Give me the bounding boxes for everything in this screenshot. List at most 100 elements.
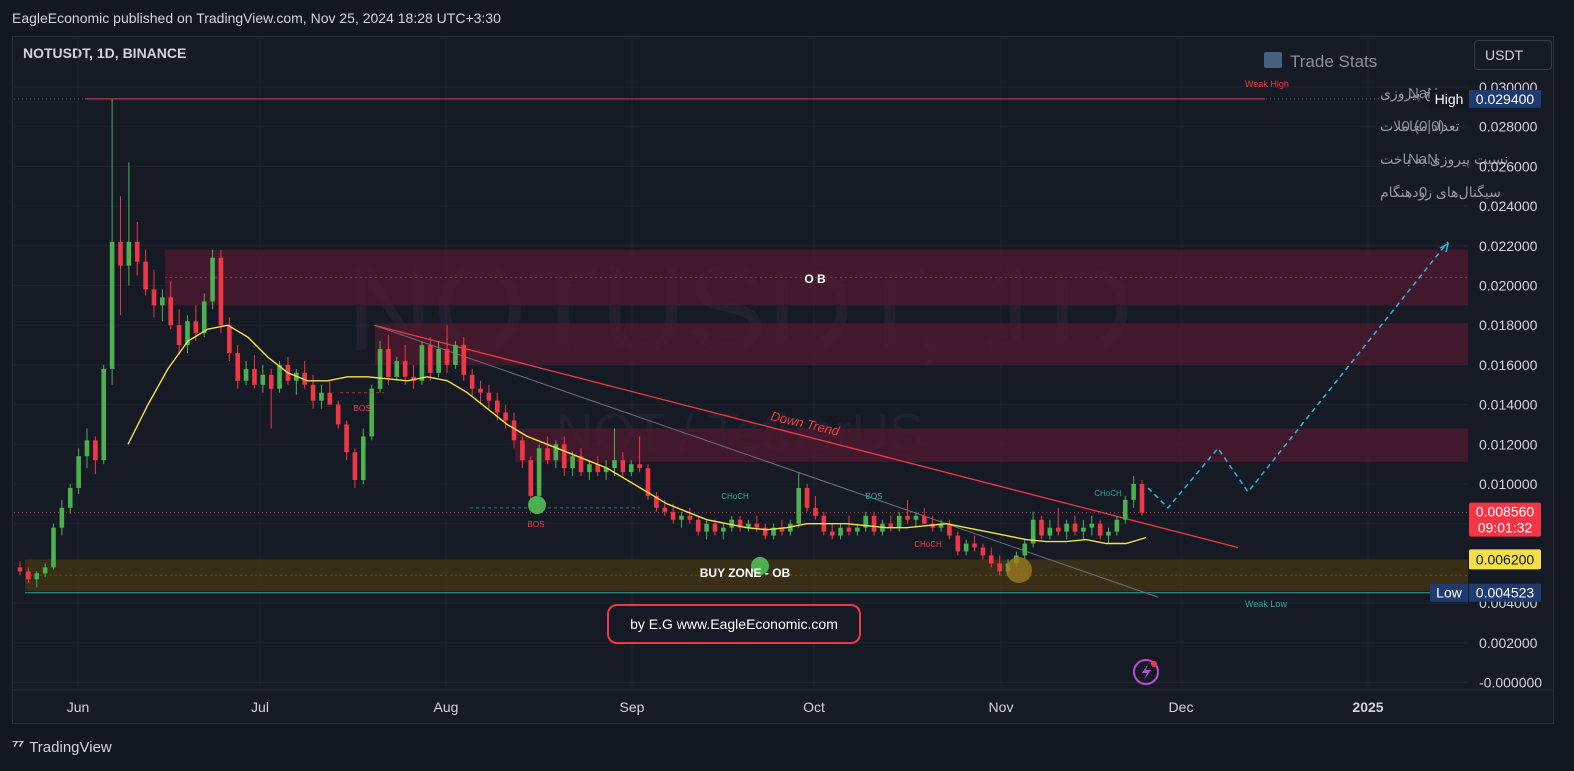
signal-circle-buy [528, 496, 546, 514]
candle-body [1022, 543, 1028, 556]
weak-low-label: Weak Low [1245, 599, 1287, 609]
candle-body [628, 464, 634, 473]
last-price-label: 0.008560 [1476, 504, 1535, 520]
candle-body [1114, 519, 1120, 532]
ob-label: O B [804, 272, 826, 286]
candle-body [327, 392, 333, 405]
low-price-label: 0.004523 [1476, 585, 1535, 601]
candle-body [67, 487, 73, 508]
y-tick-label: 0.016000 [1479, 357, 1538, 373]
trade-stats-icon [1264, 52, 1282, 68]
candle-body [570, 456, 575, 469]
candle-body [360, 436, 366, 481]
candle-body [243, 368, 249, 381]
candle-body [679, 515, 684, 520]
y-tick-label: 0.010000 [1479, 476, 1538, 492]
high-price-label: 0.029400 [1476, 91, 1535, 107]
candle-body [494, 400, 500, 413]
candle-body [637, 464, 642, 469]
candle-body [955, 535, 961, 552]
candle-body [721, 527, 726, 532]
candle-body [545, 448, 550, 461]
candle-body [1131, 484, 1136, 500]
y-tick-label: -0.000000 [1479, 675, 1542, 691]
candle-body [461, 345, 467, 375]
y-tick-label: 0.002000 [1479, 635, 1538, 651]
candle-body [151, 289, 157, 306]
candle-body [813, 507, 818, 516]
candle-body [1097, 523, 1103, 536]
signal-circle-zone [1006, 557, 1032, 583]
candle-body [804, 487, 810, 508]
candle-body [210, 257, 215, 302]
structure-label: CHoCH [721, 492, 749, 501]
x-tick-label: Oct [803, 699, 825, 715]
candle-body [444, 349, 450, 365]
y-tick-label: 0.026000 [1479, 158, 1538, 174]
structure-label: CHoCH [1094, 489, 1122, 498]
candle-body [469, 374, 475, 389]
buy-zone-label: BUY ZONE - OB [700, 566, 791, 580]
candle-body [687, 515, 693, 520]
x-tick-label: Sep [620, 699, 645, 715]
candle-body [478, 388, 483, 393]
structure-label: BOS [354, 404, 371, 413]
candle-body [260, 374, 266, 385]
candle-body [193, 321, 199, 334]
trade-stats-value: 0 (0|0) [1401, 118, 1444, 135]
candle-body [394, 360, 400, 377]
price-chart[interactable]: NOTUSDT, 1DNOT / TetherUSWeak HighWeak L… [0, 0, 1574, 771]
candle-body [419, 345, 425, 381]
candle-body [1047, 527, 1053, 536]
y-tick-label: 0.018000 [1479, 317, 1538, 333]
structure-label: BOS [866, 492, 883, 501]
candle-body [947, 523, 952, 536]
y-tick-label: 0.020000 [1479, 278, 1538, 294]
candle-body [587, 464, 592, 473]
lightning-bolt-icon [1142, 664, 1151, 680]
y-tick-label: 0.028000 [1479, 119, 1538, 135]
candle-body [972, 543, 977, 548]
candle-body [704, 523, 709, 532]
candle-body [160, 297, 165, 306]
candle-body [143, 261, 148, 290]
structure-label: CHoCH [914, 540, 942, 549]
candle-body [1089, 523, 1095, 528]
candle-body [176, 325, 182, 346]
candle-body [1081, 527, 1086, 532]
candle-body [201, 301, 207, 334]
candle-body [1055, 527, 1061, 532]
candle-body [754, 523, 760, 528]
candle-body [319, 392, 324, 401]
candle-body [921, 515, 927, 524]
trade-stats-value: NaN [1408, 151, 1438, 168]
trade-stats-value: 0 [1419, 184, 1427, 201]
candle-body [1139, 484, 1145, 513]
candle-body [268, 374, 274, 389]
candle-body [829, 531, 835, 536]
candle-body [126, 241, 132, 266]
candle-body [1039, 519, 1044, 536]
candle-body [520, 440, 525, 461]
candle-body [235, 352, 241, 381]
tradingview-footer[interactable]: ⁷⁷ TradingView [12, 738, 112, 756]
weak-high-label: Weak High [1245, 79, 1289, 89]
candle-body [134, 241, 140, 262]
candle-body [695, 519, 701, 532]
candle-body [34, 573, 40, 580]
candle-body [528, 460, 534, 496]
candle-body [503, 412, 508, 421]
candle-body [26, 571, 31, 580]
candle-body [453, 345, 458, 365]
candle-body [796, 487, 802, 524]
zone-3 [515, 428, 1468, 463]
y-tick-label: 0.022000 [1479, 238, 1538, 254]
candle-body [310, 384, 316, 401]
candle-body [855, 527, 860, 532]
candle-body [511, 420, 517, 441]
candle-body [344, 424, 349, 453]
high-tag: High [1435, 91, 1464, 107]
x-tick-label: Dec [1169, 699, 1194, 715]
candle-body [871, 515, 877, 532]
countdown-label: 09:01:32 [1478, 520, 1533, 536]
